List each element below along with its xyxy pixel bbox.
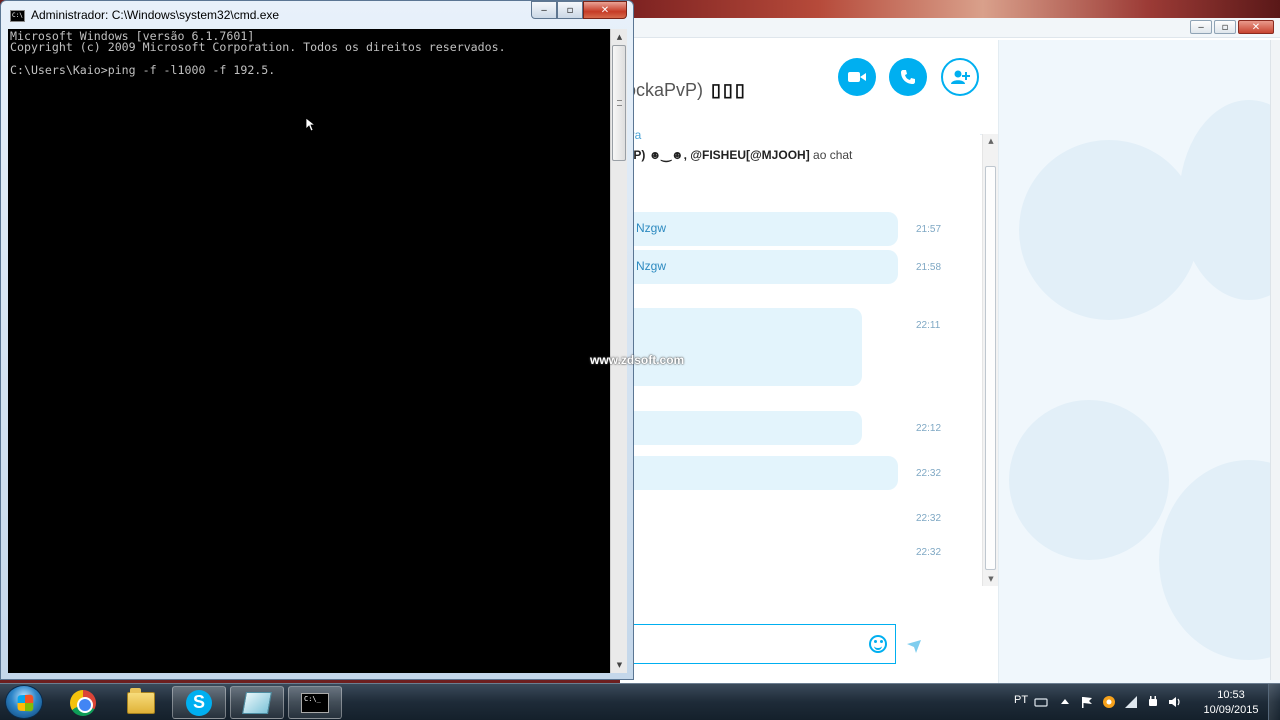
message-bubble: Nzgw: [620, 212, 898, 246]
skype-titlebar: ‒ ▫ ✕: [620, 18, 1280, 38]
message-timestamp: 21:58: [916, 262, 942, 273]
skype-icon: S: [186, 689, 212, 716]
decorative-bubble: [1019, 140, 1199, 320]
skype-minimize-button[interactable]: ‒: [1190, 20, 1212, 34]
folder-icon: [127, 687, 155, 714]
keyboard-icon[interactable]: [1034, 695, 1048, 709]
volume-icon[interactable]: [1168, 695, 1182, 709]
network-icon[interactable]: [1124, 695, 1138, 709]
message-text: Nzgw: [636, 259, 667, 273]
system-message-text: ao chat: [813, 148, 853, 162]
scroll-down-arrow-icon[interactable]: ▼: [983, 572, 999, 586]
scroll-up-arrow-icon[interactable]: ▲: [983, 134, 999, 148]
phone-icon: [901, 70, 915, 84]
decorative-bubble: [1159, 460, 1280, 660]
send-icon[interactable]: [906, 638, 922, 654]
taskbar-explorer-button[interactable]: [114, 686, 168, 719]
voice-call-button[interactable]: [889, 58, 927, 96]
message-timestamp: 22:32: [916, 547, 942, 558]
skype-window: ‒ ▫ ✕ ockaPvP)▯▯▯ ira ɐvP) ☻‿☻,: [620, 18, 1280, 684]
clock-time: 10:53: [1217, 689, 1245, 701]
message-bubble: [620, 411, 862, 445]
cmd-maximize-button[interactable]: ▫: [557, 1, 583, 19]
system-message-handle: @FISHEU[@MJOOH]: [690, 148, 810, 162]
skype-side-panel: [998, 40, 1280, 684]
console-prompt-line: C:\Users\Kaio>ping -f -l1000 -f 192.5.: [10, 63, 276, 78]
message-timestamp: 22:32: [916, 513, 942, 524]
desktop-background-strip: [620, 0, 1280, 20]
cmd-close-button[interactable]: ✕: [583, 1, 627, 19]
show-desktop-button[interactable]: [1268, 684, 1280, 720]
message-text: Nzgw: [636, 221, 667, 235]
contact-flag: ▯▯▯: [711, 80, 747, 100]
cmd-window-title: Administrador: C:\Windows\system32\cmd.e…: [31, 8, 280, 22]
scroll-down-arrow-icon[interactable]: ▼: [611, 657, 628, 673]
skype-window-scrollbar[interactable]: [1270, 40, 1280, 680]
decorative-bubble: [1009, 400, 1169, 560]
conversation-scrollbar[interactable]: ▲ ▼: [982, 134, 998, 586]
message-timestamp: 22:11: [916, 320, 941, 331]
action-center-flag-icon[interactable]: [1080, 695, 1094, 709]
taskbar-app-button[interactable]: [230, 686, 284, 719]
mouse-cursor-icon: [306, 118, 316, 132]
emoticon-icon[interactable]: [869, 635, 887, 653]
message-bubble: Nzgw: [620, 250, 898, 284]
video-camera-icon: [848, 72, 866, 82]
show-hidden-icons-icon[interactable]: [1058, 695, 1072, 709]
system-clock[interactable]: 10:53 10/09/2015: [1196, 688, 1266, 718]
power-plug-icon[interactable]: [1146, 695, 1160, 709]
message-bubble: [620, 308, 862, 386]
decorative-bubble: [1179, 100, 1280, 300]
message-bubble: [620, 456, 898, 490]
contact-name[interactable]: ockaPvP) ▯▯▯: [626, 80, 747, 101]
cmd-minimize-button[interactable]: ‒: [531, 1, 557, 19]
cmd-window: C:\ Administrador: C:\Windows\system32\c…: [0, 0, 634, 680]
avast-antivirus-icon[interactable]: [1102, 695, 1116, 709]
cmd-icon: C:\_: [301, 692, 329, 713]
taskbar-cmd-button[interactable]: C:\_: [288, 686, 342, 719]
system-message-emoji: ☻‿☻,: [648, 148, 687, 162]
language-indicator[interactable]: PT: [1014, 694, 1028, 706]
chrome-icon: [70, 689, 96, 716]
cmd-app-icon[interactable]: C:\: [10, 10, 25, 22]
cmd-scrollbar[interactable]: ▲ ▼: [610, 29, 627, 673]
taskbar-chrome-button[interactable]: [56, 686, 110, 719]
message-timestamp: 22:12: [916, 423, 942, 434]
system-message: ɐvP) ☻‿☻, @FISHEU[@MJOOH] ao chat: [620, 148, 852, 162]
video-call-button[interactable]: [838, 58, 876, 96]
scroll-up-arrow-icon[interactable]: ▲: [611, 29, 628, 45]
add-person-icon: [951, 70, 970, 84]
start-button[interactable]: [5, 685, 43, 719]
cmd-titlebar[interactable]: C:\ Administrador: C:\Windows\system32\c…: [1, 1, 633, 29]
app-icon: [242, 691, 272, 714]
console-line: Copyright (c) 2009 Microsoft Corporation…: [10, 40, 506, 55]
add-people-button[interactable]: [941, 58, 979, 96]
message-input[interactable]: [620, 624, 896, 664]
skype-maximize-button[interactable]: ▫: [1214, 20, 1236, 34]
skype-close-button[interactable]: ✕: [1238, 20, 1274, 34]
message-timestamp: 21:57: [916, 224, 942, 235]
scrollbar-thumb[interactable]: [612, 45, 626, 161]
scrollbar-thumb[interactable]: [985, 166, 996, 570]
watermark: www.zdsoft.com: [590, 353, 685, 367]
contact-name-text: ockaPvP): [626, 80, 704, 100]
taskbar: S C:\_ PT 10:53 10/09/2015: [0, 683, 1280, 720]
taskbar-skype-button[interactable]: S: [172, 686, 226, 719]
clock-date: 10/09/2015: [1203, 704, 1259, 716]
message-timestamp: 22:32: [916, 468, 942, 479]
